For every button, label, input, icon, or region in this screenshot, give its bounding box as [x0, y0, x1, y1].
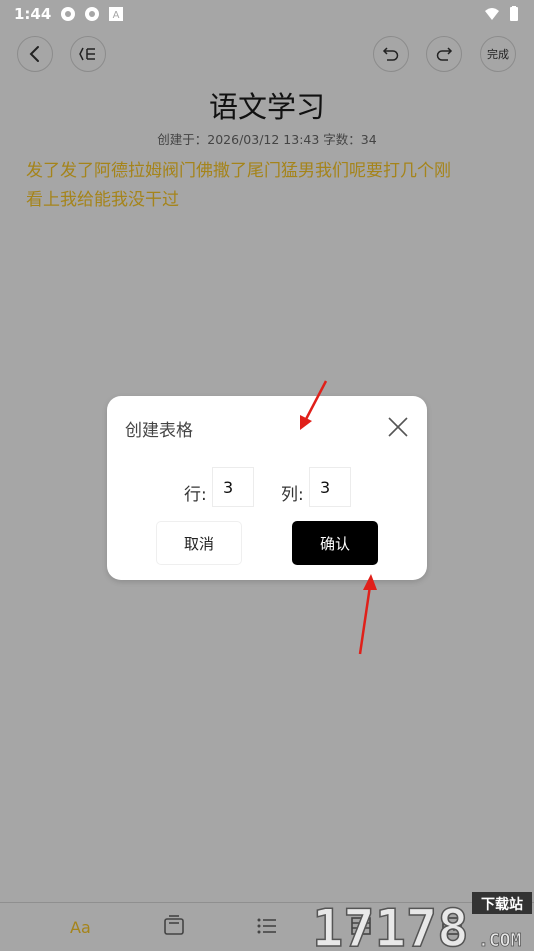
create-table-dialog: 创建表格 行: 列: 取消 确认: [107, 396, 427, 580]
outline-button[interactable]: [70, 36, 106, 72]
outline-list-icon: [79, 47, 95, 61]
note-title: 语文学习: [208, 90, 325, 124]
cancel-button[interactable]: 取消: [157, 522, 241, 564]
status-time: 1:44: [14, 5, 52, 23]
back-button[interactable]: [17, 36, 53, 72]
annotation-arrow: [300, 380, 328, 430]
dialog-title: 创建表格: [125, 421, 193, 441]
chevron-left-icon: [29, 46, 39, 62]
column-count-input[interactable]: [310, 468, 350, 506]
box-icon[interactable]: [162, 914, 186, 938]
note-body-line: 看上我给能我没干过: [26, 190, 179, 210]
sync-icon: [85, 7, 99, 21]
annotation-arrow: [358, 574, 377, 655]
status-bar: 1:44 A: [0, 0, 534, 28]
note-body[interactable]: 发了发了阿德拉姆阀门佛撒了尾门猛男我们呢要打几个刚 看上我给能我没干过: [26, 157, 506, 215]
cancel-label: 取消: [183, 534, 214, 553]
done-label: 完成: [487, 48, 509, 61]
a-box-icon: A: [109, 7, 123, 21]
svg-text:.COM: .COM: [478, 930, 522, 950]
sync-icon: [61, 7, 75, 21]
note-body-line: 发了发了阿德拉姆阀门佛撒了尾门猛男我们呢要打几个刚: [26, 161, 451, 181]
wifi-icon: [485, 8, 499, 20]
battery-icon: [510, 6, 518, 21]
undo-button[interactable]: [373, 36, 409, 72]
confirm-label: 确认: [319, 534, 350, 553]
close-icon[interactable]: [387, 416, 409, 438]
redo-icon: [436, 47, 453, 61]
redo-button[interactable]: [426, 36, 462, 72]
column-label: 列:: [281, 485, 304, 505]
undo-icon: [382, 47, 399, 61]
site-watermark-logo: 下载站 17178 .COM: [311, 892, 532, 950]
svg-text:下载站: 下载站: [481, 896, 523, 913]
done-button[interactable]: 完成: [480, 36, 516, 72]
row-label: 行:: [184, 485, 207, 505]
row-count-input[interactable]: [213, 468, 253, 506]
svg-text:A: A: [113, 10, 120, 21]
font-format-button[interactable]: Aa: [70, 918, 91, 937]
confirm-button[interactable]: 确认: [292, 521, 378, 565]
note-meta: 创建于：2026/03/12 13:43 字数：34: [157, 132, 377, 147]
svg-text:17178: 17178: [312, 899, 469, 950]
bullet-list-icon[interactable]: [255, 914, 279, 938]
